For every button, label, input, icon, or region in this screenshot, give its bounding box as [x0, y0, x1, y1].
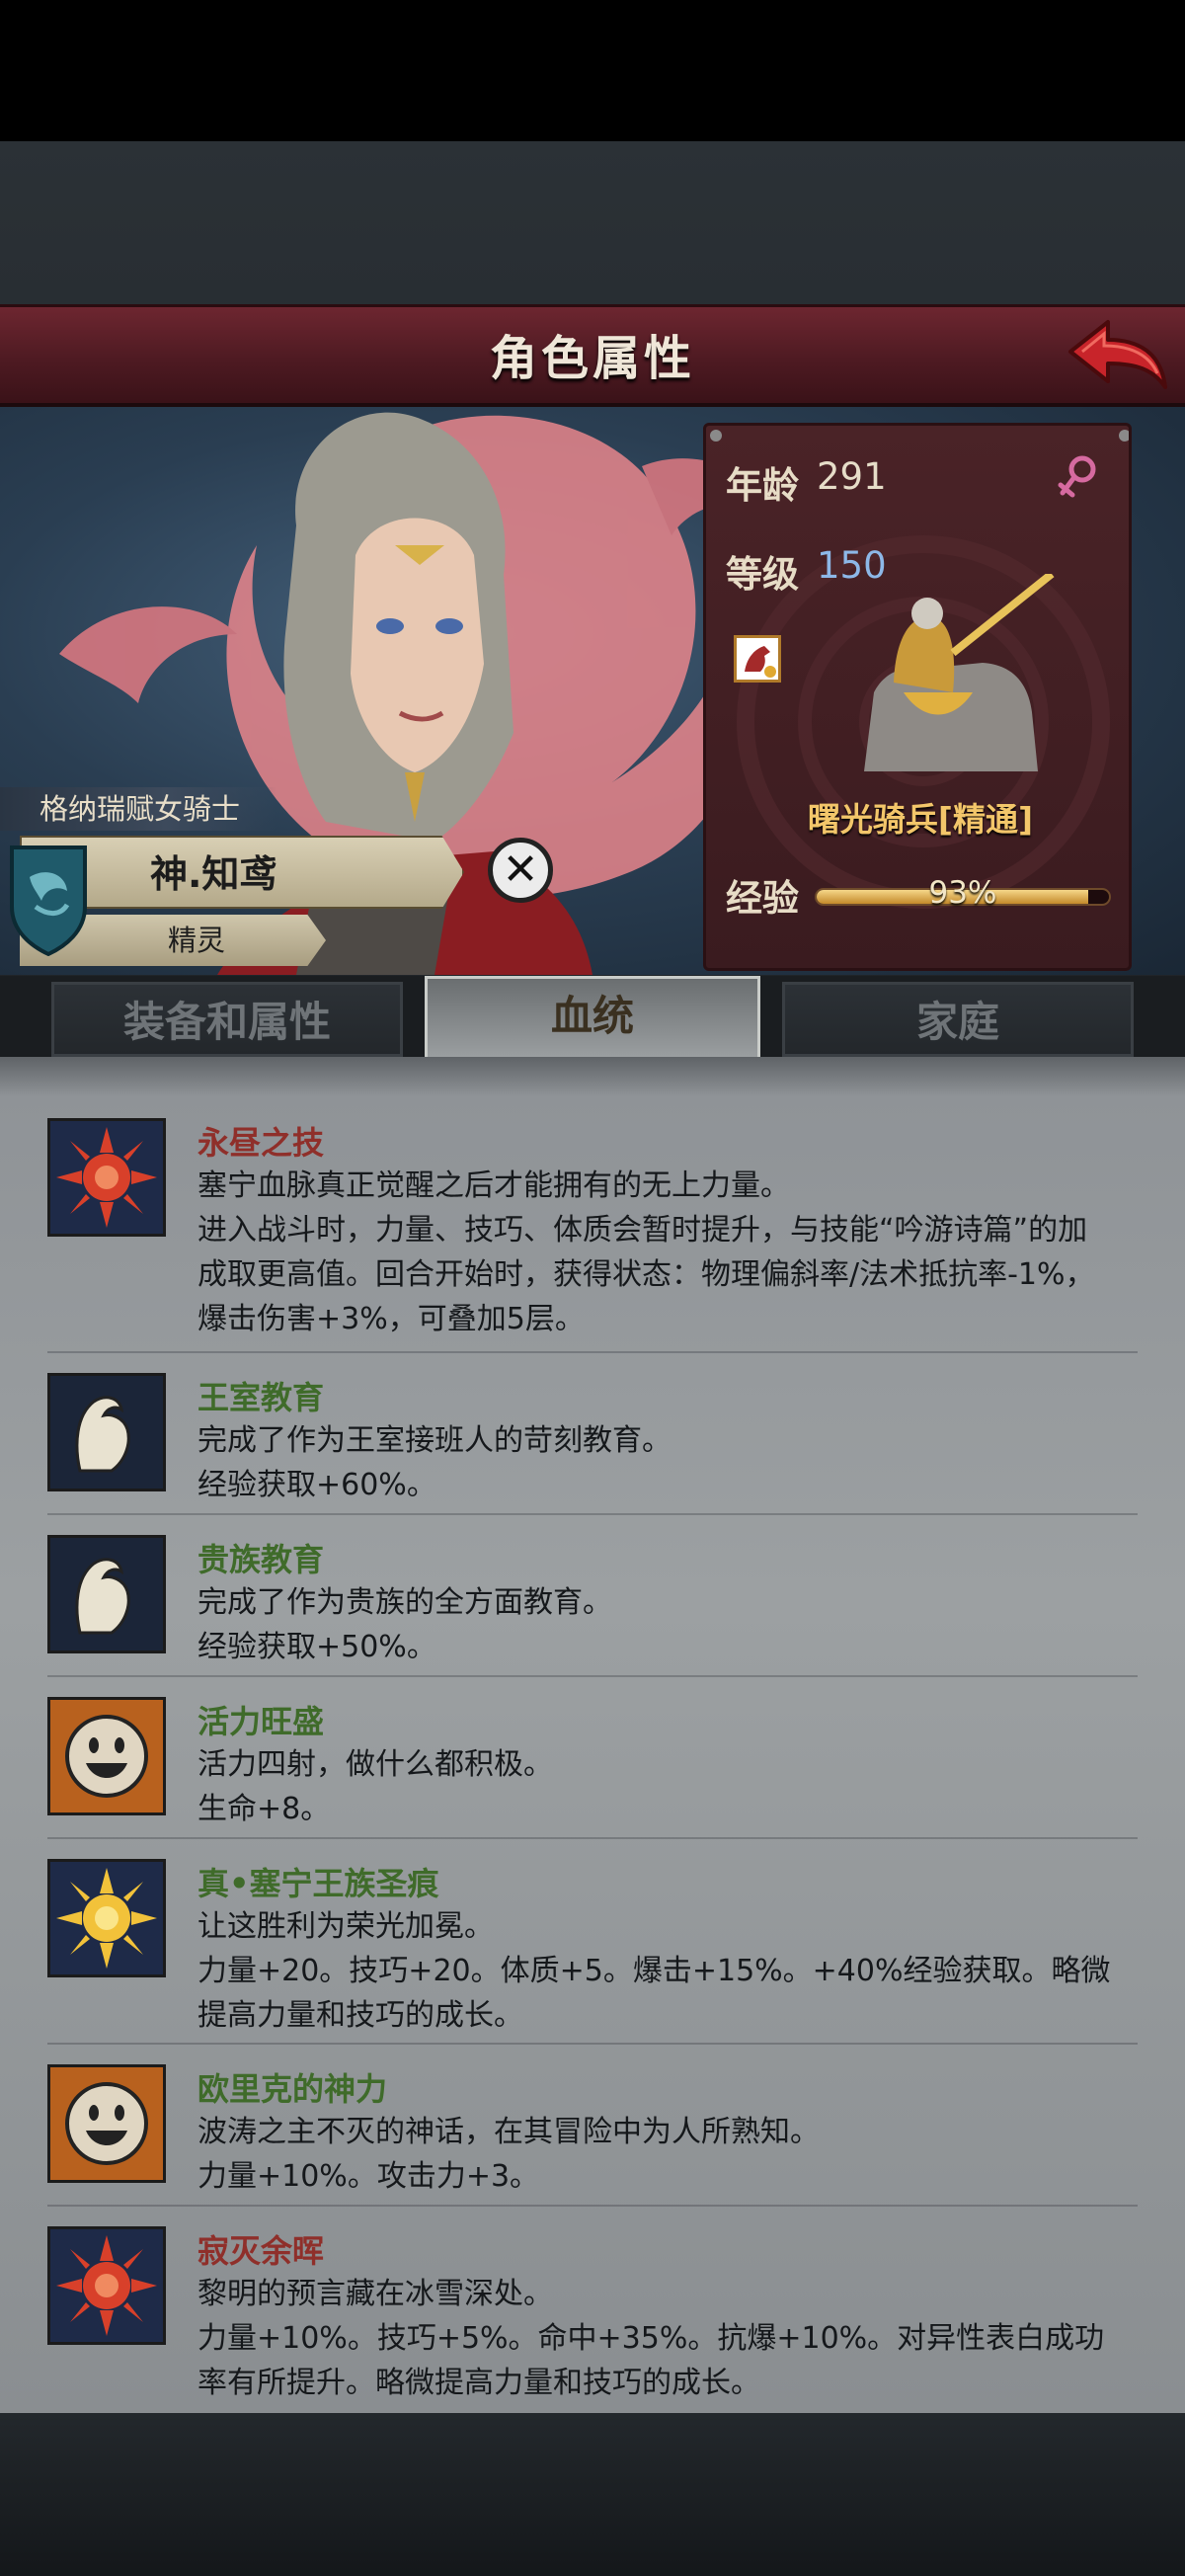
- character-name: 神.知鸢: [150, 852, 277, 896]
- trait-line: 生命+8。: [198, 1792, 331, 1826]
- trait-line: 黎明的预言藏在冰雪深处。: [198, 2277, 553, 2311]
- trait-title: 真•塞宁王族圣痕: [198, 1865, 439, 1902]
- trait-line: 活力四射，做什么都积极。: [198, 1747, 553, 1782]
- trait-description: 黎明的预言藏在冰雪深处。 力量+10%。技巧+5%。命中+35%。抗爆+10%。…: [198, 2272, 1126, 2405]
- list-item: 王室教育 完成了作为王室接班人的苛刻教育。 经验获取+60%。: [0, 1353, 1185, 1515]
- tab-bloodline[interactable]: 血统: [425, 976, 760, 1057]
- golden-sun-icon: [47, 1859, 166, 1977]
- trait-title: 贵族教育: [198, 1541, 325, 1578]
- class-title-bar: 格纳瑞赋女骑士: [0, 787, 276, 831]
- trait-description: 完成了作为王室接班人的苛刻教育。 经验获取+60%。: [198, 1418, 1126, 1507]
- mount-knight-illustration: [864, 574, 1055, 771]
- horse-head-icon: [745, 646, 776, 678]
- status-bar-area: [0, 0, 1185, 141]
- class-title: 格纳瑞赋女骑士: [40, 792, 241, 826]
- trait-title: 寂灭余晖: [198, 2232, 325, 2270]
- red-sun-icon: [47, 1118, 166, 1237]
- trait-line: 提高力量和技巧的成长。: [198, 1998, 523, 2033]
- level-label: 等级: [726, 553, 799, 596]
- trait-line: 完成了作为贵族的全方面教育。: [198, 1585, 612, 1620]
- trait-line: 率有所提升。略微提高力量和技巧的成长。: [198, 2366, 760, 2400]
- trait-line: 力量+20。技巧+20。体质+5。爆击+15%。+40%经验获取。略微: [198, 1954, 1111, 1988]
- trait-description: 塞宁血脉真正觉醒之后才能拥有的无上力量。 进入战斗时，力量、技巧、体质会暂时提升…: [198, 1164, 1126, 1341]
- mount-skill-icon[interactable]: [734, 635, 781, 683]
- trait-description: 活力四射，做什么都积极。 生命+8。: [198, 1742, 1126, 1831]
- trait-line: 完成了作为王室接班人的苛刻教育。: [198, 1423, 672, 1458]
- smiley-face-icon: [47, 1697, 166, 1815]
- trait-line: 经验获取+50%。: [198, 1630, 436, 1664]
- list-item: 真•塞宁王族圣痕 让这胜利为荣光加冕。 力量+20。技巧+20。体质+5。爆击+…: [0, 1839, 1185, 2045]
- flexed-arm-icon: [47, 1535, 166, 1653]
- trait-line: 成取更高值。回合开始时，获得状态：物理偏斜率/法术抵抗率-1%，: [198, 1257, 1095, 1292]
- trait-title: 王室教育: [198, 1379, 325, 1416]
- list-item: 永昼之技 塞宁血脉真正觉醒之后才能拥有的无上力量。 进入战斗时，力量、技巧、体质…: [0, 1057, 1185, 1353]
- tab-equipment[interactable]: 装备和属性: [51, 982, 403, 1057]
- list-item: 活力旺盛 活力四射，做什么都积极。 生命+8。: [0, 1677, 1185, 1839]
- red-sun-icon: [47, 2226, 166, 2345]
- mount-name: 曙光骑兵[精通]: [807, 800, 1034, 839]
- list-item: 欧里克的神力 波涛之主不灭的神话，在其冒险中为人所熟知。 力量+10%。攻击力+…: [0, 2045, 1185, 2207]
- trait-line: 让这胜利为荣光加冕。: [198, 1909, 494, 1944]
- trait-description: 让这胜利为荣光加冕。 力量+20。技巧+20。体质+5。爆击+15%。+40%经…: [198, 1904, 1126, 2038]
- trait-line: 爆击伤害+3%，可叠加5层。: [198, 1302, 585, 1336]
- trait-description: 波涛之主不灭的神话，在其冒险中为人所熟知。 力量+10%。攻击力+3。: [198, 2110, 1126, 2199]
- tab-bar: 装备和属性 血统 家庭: [0, 976, 1185, 1057]
- exp-percent: 93%: [928, 875, 997, 911]
- smiley-face-icon: [47, 2064, 166, 2183]
- age-value: 291: [817, 455, 887, 498]
- trait-line: 经验获取+60%。: [198, 1468, 436, 1502]
- character-rank: 精灵: [168, 924, 226, 957]
- close-button[interactable]: ✕: [488, 838, 553, 903]
- page-title: 角色属性: [489, 331, 695, 386]
- trait-line: 塞宁血脉真正觉醒之后才能拥有的无上力量。: [198, 1168, 790, 1203]
- tab-family[interactable]: 家庭: [782, 982, 1134, 1057]
- shield-crest-icon: [10, 845, 87, 956]
- stats-panel: 年龄 291 等级 150 曙光骑兵[精通] 经验 93%: [703, 423, 1132, 971]
- close-icon: ✕: [502, 845, 539, 895]
- title-bar: 角色属性: [0, 304, 1185, 407]
- age-label: 年龄: [726, 464, 799, 507]
- flexed-arm-icon: [47, 1373, 166, 1491]
- trait-title: 欧里克的神力: [198, 2070, 388, 2108]
- bottom-frame: [0, 2413, 1185, 2576]
- trait-line: 波涛之主不灭的神话，在其冒险中为人所熟知。: [198, 2115, 820, 2149]
- female-symbol-icon: [1058, 455, 1096, 498]
- list-item: 寂灭余晖 黎明的预言藏在冰雪深处。 力量+10%。技巧+5%。命中+35%。抗爆…: [0, 2207, 1185, 2413]
- list-item: 贵族教育 完成了作为贵族的全方面教育。 经验获取+50%。: [0, 1515, 1185, 1677]
- trait-line: 进入战斗时，力量、技巧、体质会暂时提升，与技能“吟游诗篇”的加: [198, 1213, 1088, 1248]
- back-button[interactable]: [1063, 314, 1171, 397]
- trait-line: 力量+10%。技巧+5%。命中+35%。抗爆+10%。对异性表白成功: [198, 2321, 1105, 2356]
- exp-label: 经验: [726, 877, 799, 920]
- trait-title: 活力旺盛: [198, 1703, 325, 1740]
- trait-description: 完成了作为贵族的全方面教育。 经验获取+50%。: [198, 1580, 1126, 1669]
- red-back-arrow-icon: [1068, 320, 1167, 389]
- trait-list[interactable]: 永昼之技 塞宁血脉真正觉醒之后才能拥有的无上力量。 进入战斗时，力量、技巧、体质…: [0, 1057, 1185, 2413]
- trait-title: 永昼之技: [198, 1124, 325, 1162]
- trait-line: 力量+10%。攻击力+3。: [198, 2159, 540, 2194]
